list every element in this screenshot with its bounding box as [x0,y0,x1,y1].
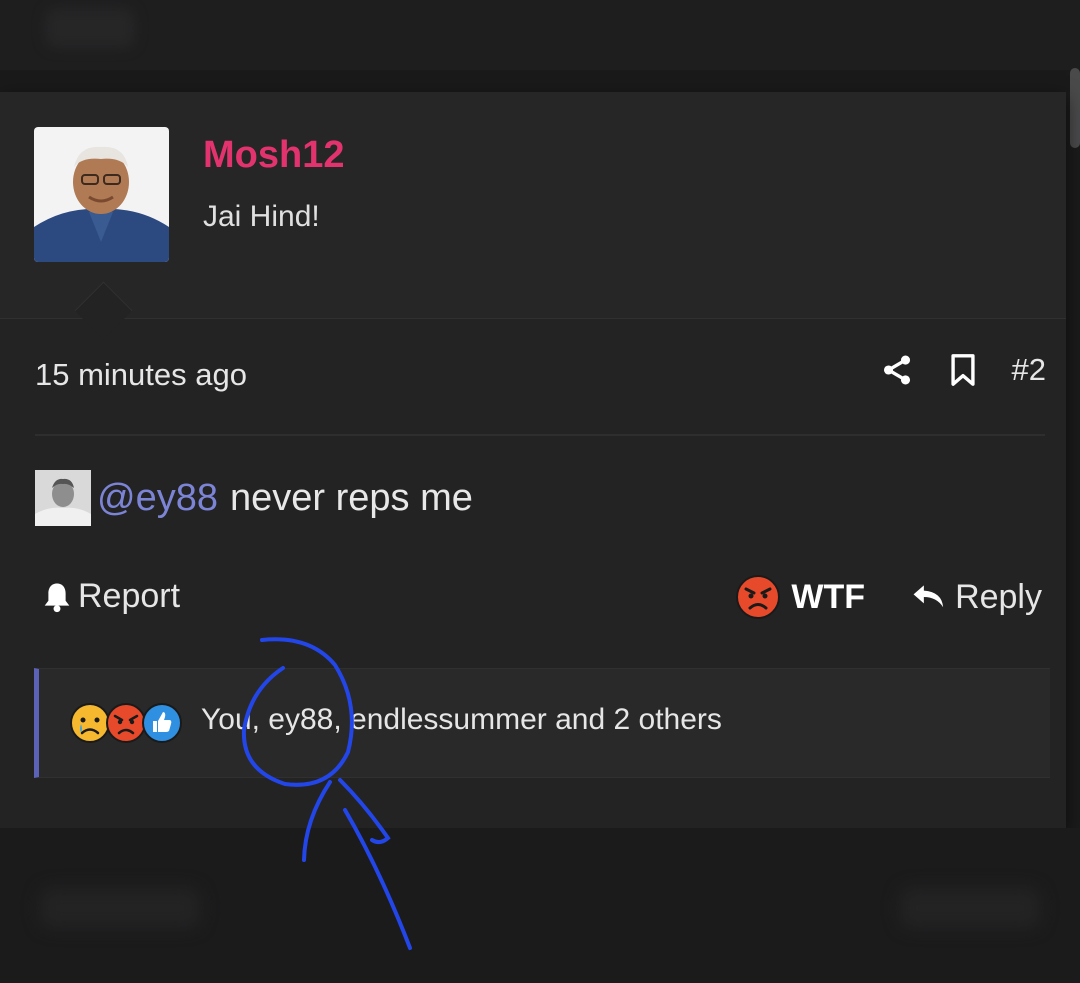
report-label: Report [78,577,181,615]
blurred-element [40,888,200,928]
post-user-bar: Mosh12 Jai Hind! [0,92,1066,319]
post-author-title: Jai Hind! [203,200,320,233]
reaction-icons [69,702,182,744]
reactions-summary-bar[interactable]: You, ey88, endlessummer and 2 others [34,668,1050,778]
user-avatar[interactable] [34,127,169,262]
reply-arrow-icon [913,585,944,608]
thumbs-up-icon [142,703,182,743]
bookmark-icon[interactable] [948,353,978,387]
blurred-element [900,888,1040,928]
post-actions-right: WTF Reply [735,574,1042,620]
post-timestamp[interactable]: 15 minutes ago [35,357,247,393]
post-author-username[interactable]: Mosh12 [203,134,344,177]
post-number-link[interactable]: #2 [1012,352,1046,388]
user-mention-link[interactable]: @ey88 [97,477,218,520]
scrollbar[interactable] [1070,68,1080,148]
post-content: @ey88 never reps me [35,470,473,526]
reaction-button-label[interactable]: WTF [791,578,865,617]
blurred-nav-element [45,8,135,48]
bell-icon [44,582,70,612]
report-button[interactable]: Report [42,577,180,616]
post-body-text: never reps me [229,476,473,519]
reactions-summary-text: You, ey88, endlessummer and 2 others [201,703,722,736]
reply-label: Reply [955,577,1042,616]
gap-strip [0,70,1080,92]
mention-avatar[interactable] [35,470,91,526]
reply-button[interactable]: Reply [911,578,1042,617]
share-icon[interactable] [880,353,914,387]
angry-face-icon[interactable] [735,574,781,620]
next-post-area [0,828,1080,983]
forum-post: Mosh12 Jai Hind! 15 minutes ago #2 @ey88… [0,92,1066,828]
top-navigation-bar [0,0,1080,70]
post-meta-actions: #2 [880,352,1046,388]
meta-divider [35,434,1045,436]
